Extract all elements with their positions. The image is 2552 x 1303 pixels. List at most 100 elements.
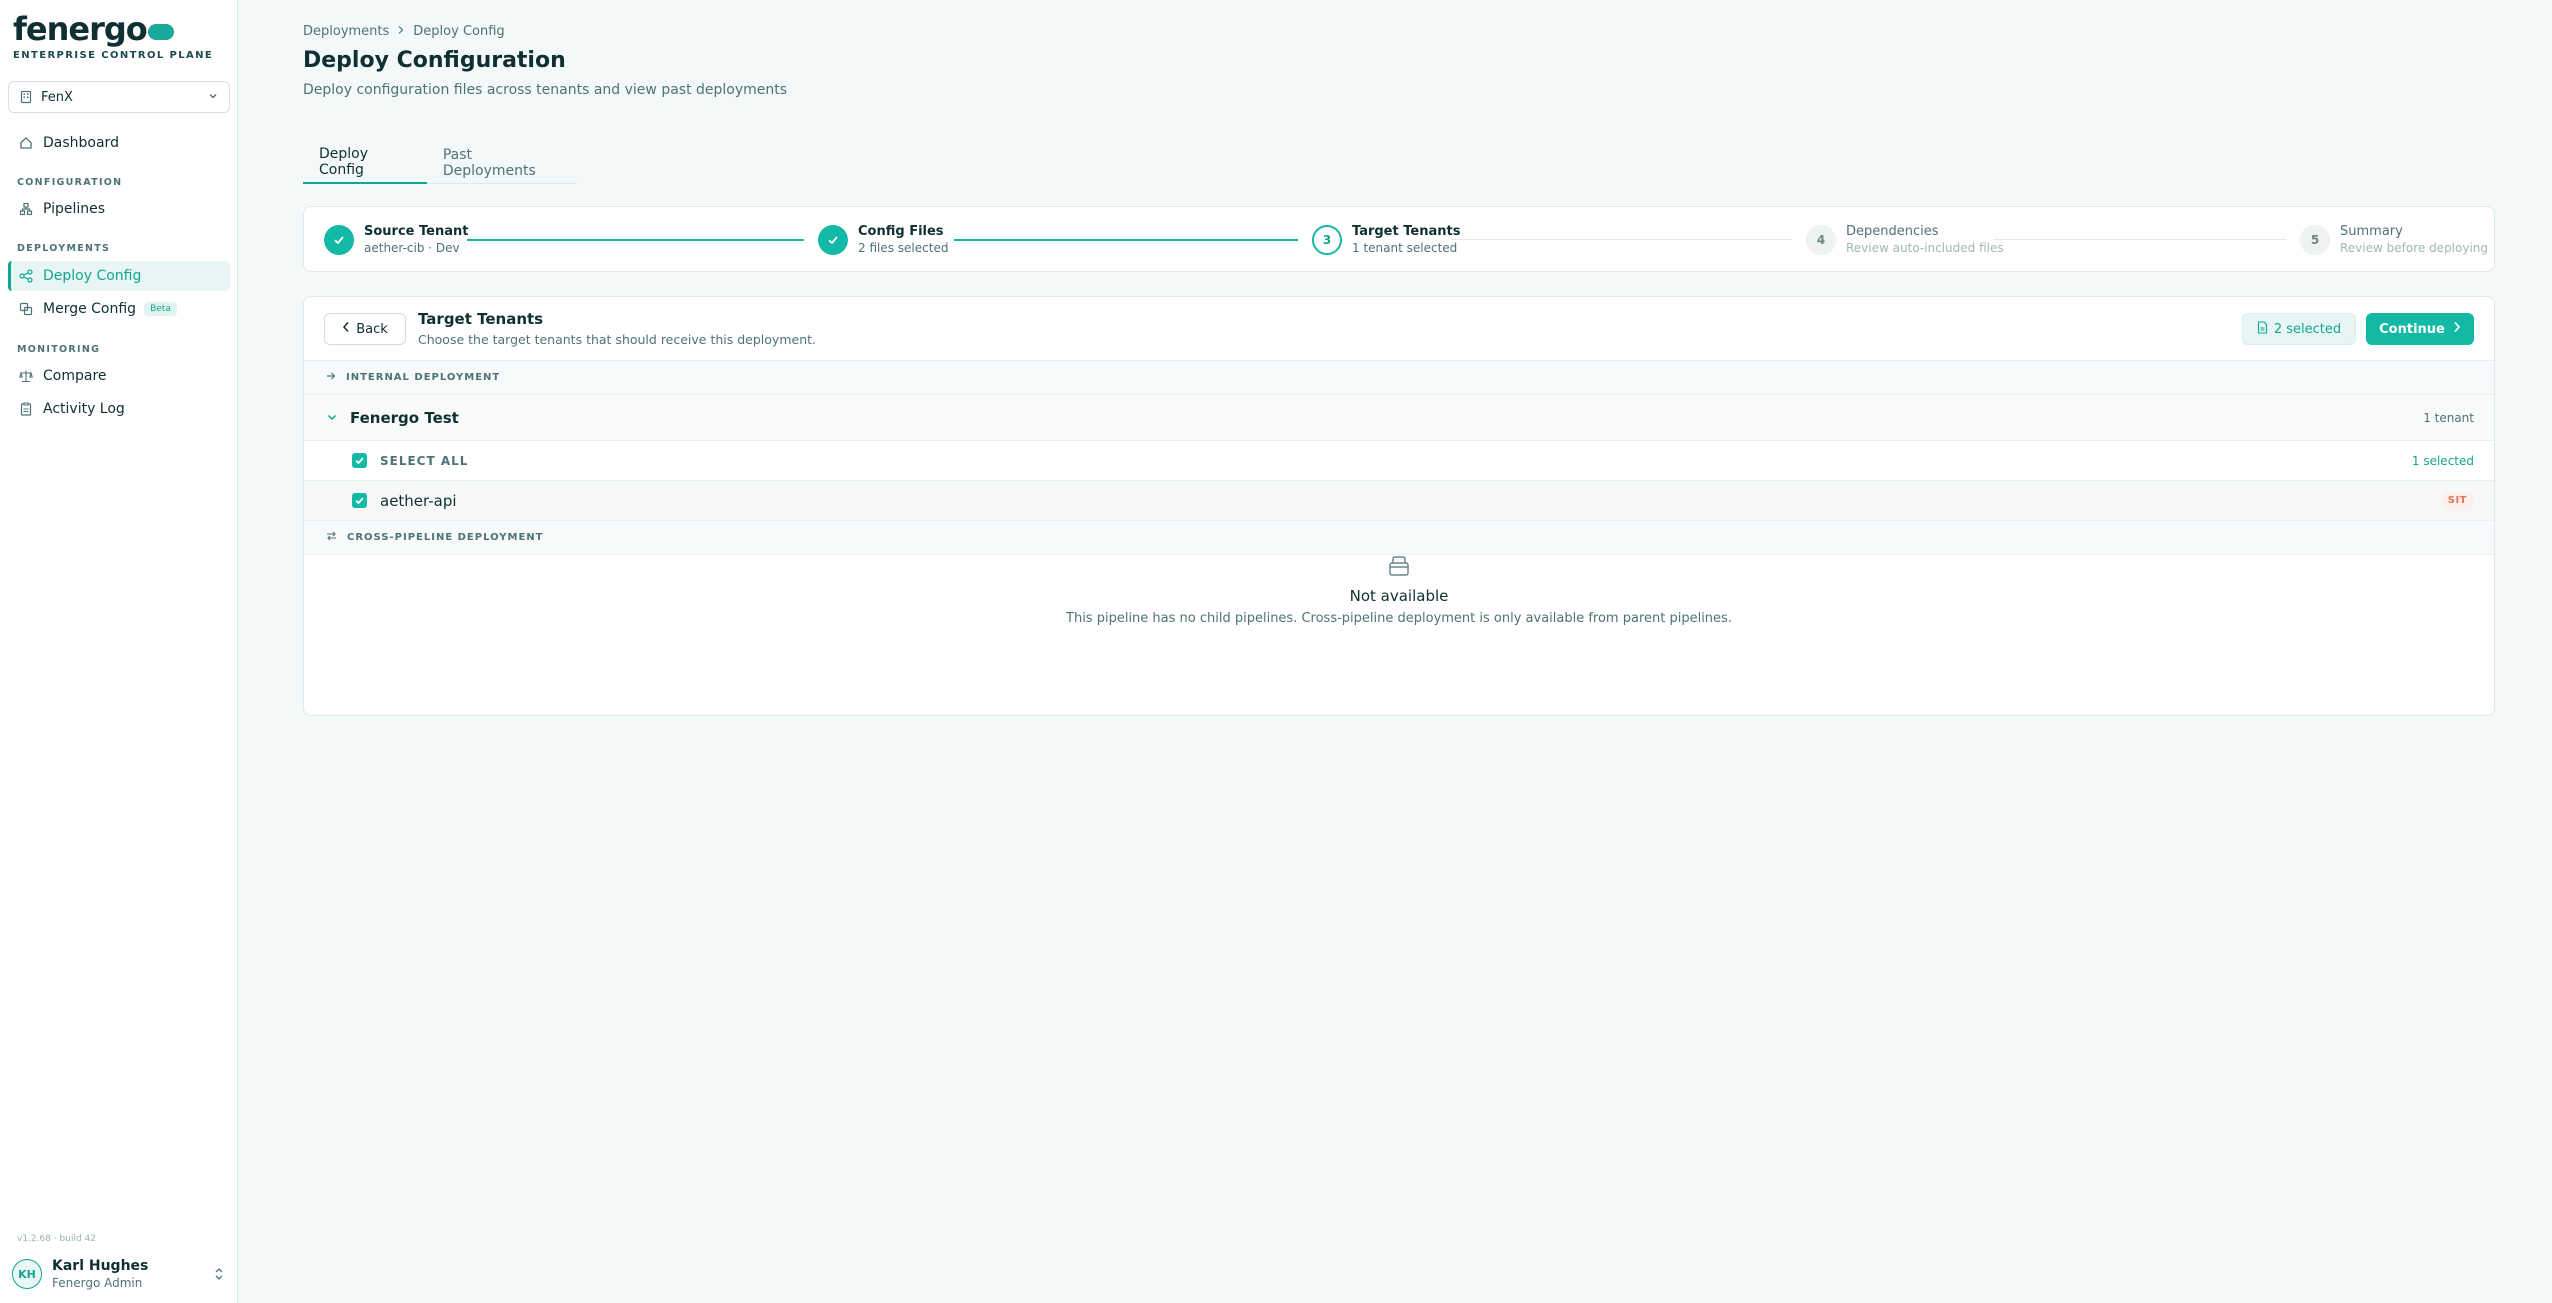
tab-bar: Deploy Config Past Deployments [303,142,577,184]
nav-dashboard-label: Dashboard [43,135,119,151]
logo-subtitle: ENTERPRISE CONTROL PLANE [13,50,214,61]
page-title: Deploy Configuration [303,48,566,73]
nav-pipelines[interactable]: Pipelines [8,194,230,224]
step-source-tenant[interactable]: Source Tenant aether-cib · Dev [324,224,468,255]
select-all-label: SELECT ALL [380,453,469,468]
cross-pipeline-section: CROSS-PIPELINE DEPLOYMENT [304,521,2494,555]
avatar: KH [12,1259,42,1289]
step-config-files[interactable]: Config Files 2 files selected [818,224,948,255]
nav-compare-label: Compare [43,368,107,384]
merge-icon [18,301,34,317]
chevron-down-icon[interactable] [326,408,338,427]
step-subtitle: aether-cib · Dev [364,241,460,255]
tenant-group-row[interactable]: Fenergo Test 1 tenant [304,395,2494,441]
nav-section-monitoring: MONITORING [17,344,101,355]
user-menu[interactable]: KH Karl Hughes Fenergo Admin [12,1256,228,1292]
empty-state-message: This pipeline has no child pipelines. Cr… [1066,611,1732,626]
nav-dashboard[interactable]: Dashboard [8,128,230,158]
step-summary: 5 Summary Review before deploying [2300,224,2488,255]
chevron-left-icon [342,321,350,337]
step-number: 5 [2300,224,2330,255]
check-icon [818,224,848,255]
share-nodes-icon [18,268,34,284]
breadcrumb-parent[interactable]: Deployments [303,24,389,39]
chevron-down-icon [207,90,219,106]
scale-icon [18,368,34,384]
clipboard-icon [18,401,34,417]
internal-deployment-section: INTERNAL DEPLOYMENT [304,361,2494,395]
archive-box-icon [1386,553,1412,579]
environment-badge: SIT [2440,492,2474,509]
selected-count-badge: 2 selected [2242,313,2356,345]
step-title: Source Tenant [364,224,469,239]
user-role: Fenergo Admin [52,1276,143,1290]
version-text: v1.2.68 · build 42 [17,1234,96,1244]
tenant-select-value: FenX [41,89,73,105]
nav-pipelines-label: Pipelines [43,201,106,217]
step-subtitle: Review auto-included files [1846,241,2004,255]
selected-count-label: 2 selected [2273,321,2342,337]
continue-button-label: Continue [2379,321,2445,337]
breadcrumb: Deployments Deploy Config [303,24,505,39]
step-number: 3 [1312,224,1342,255]
nav-merge-config-label: Merge Config [43,301,137,317]
target-tenants-panel: Back Target Tenants Choose the target te… [303,296,2495,716]
nav-deploy-config[interactable]: Deploy Config [8,261,230,291]
chevron-right-icon [397,24,405,39]
step-connector [1994,239,2286,240]
chevron-updown-icon [214,1266,224,1285]
step-subtitle: 2 files selected [858,241,949,255]
nav-merge-config[interactable]: Merge Config Beta [8,294,230,324]
tab-past-deployments[interactable]: Past Deployments [427,142,577,184]
pipeline-icon [18,201,34,217]
tenant-row[interactable]: aether-api SIT [304,481,2494,521]
panel-header: Back Target Tenants Choose the target te… [304,297,2494,361]
step-title: Config Files [858,224,944,239]
step-title: Target Tenants [1352,224,1461,239]
beta-badge: Beta [144,302,177,316]
step-connector [954,239,1298,241]
internal-deployment-label: INTERNAL DEPLOYMENT [346,372,501,383]
select-all-checkbox[interactable] [352,453,367,468]
logo-text: fenergo [13,10,148,48]
empty-state-title: Not available [1349,587,1449,605]
tenant-name: aether-api [380,491,457,510]
check-icon [324,224,354,255]
step-title: Summary [2340,224,2403,239]
tenant-group-name: Fenergo Test [350,408,459,427]
step-subtitle: Review before deploying [2340,241,2489,255]
tab-deploy-config[interactable]: Deploy Config [303,142,427,184]
user-name: Karl Hughes [52,1258,149,1274]
logo-toggle-icon [147,24,174,40]
stepper: Source Tenant aether-cib · Dev Config Fi… [303,206,2495,272]
select-all-row[interactable]: SELECT ALL 1 selected [304,441,2494,481]
building-icon [19,90,33,104]
cross-pipeline-label: CROSS-PIPELINE DEPLOYMENT [347,532,544,543]
tenant-select[interactable]: FenX [8,81,230,113]
sidebar: fenergo ENTERPRISE CONTROL PLANE FenX Da… [0,0,238,1303]
step-target-tenants[interactable]: 3 Target Tenants 1 tenant selected [1312,224,1460,255]
nav-compare[interactable]: Compare [8,361,230,391]
tenant-group-count: 1 tenant [2423,410,2474,425]
continue-button[interactable]: Continue [2366,313,2474,345]
step-title: Dependencies [1846,224,1939,239]
arrow-right-icon [326,371,336,384]
empty-state: Not available This pipeline has no child… [304,553,2494,626]
home-icon [18,135,34,151]
step-dependencies: 4 Dependencies Review auto-included file… [1806,224,2004,255]
step-connector [467,239,804,241]
file-icon [2257,320,2268,338]
panel-title: Target Tenants [418,310,544,328]
step-number: 4 [1806,224,1836,255]
back-button-label: Back [356,321,388,337]
back-button[interactable]: Back [324,313,406,345]
tenant-checkbox[interactable] [352,493,367,508]
logo[interactable]: fenergo [13,10,174,48]
step-subtitle: 1 tenant selected [1352,241,1458,255]
chevron-right-icon [2453,321,2461,337]
nav-section-configuration: CONFIGURATION [17,177,123,188]
swap-arrows-icon [326,531,337,544]
nav-activity-log[interactable]: Activity Log [8,394,230,424]
panel-subtitle: Choose the target tenants that should re… [418,332,816,347]
select-all-count: 1 selected [2411,453,2474,468]
